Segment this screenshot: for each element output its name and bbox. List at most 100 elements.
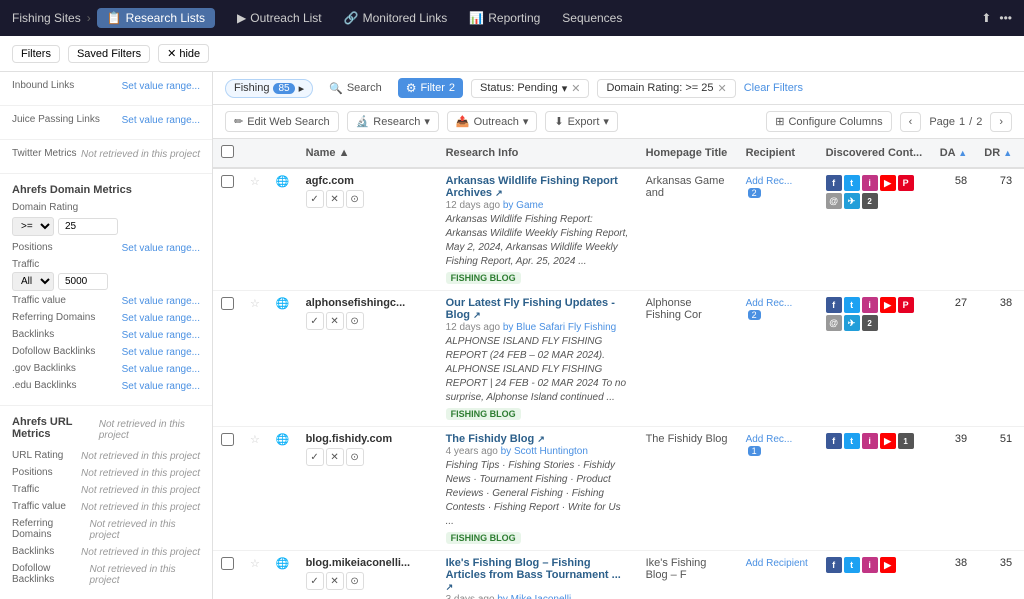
juice-value[interactable]: Set value range... [122, 115, 200, 126]
dr-remove-btn[interactable]: ✕ [717, 82, 726, 95]
add-recipient-btn[interactable]: Add Rec... [746, 434, 793, 445]
star-icon[interactable]: ☆ [250, 434, 260, 446]
prev-page-btn[interactable]: ‹ [900, 112, 922, 132]
add-recipient-btn[interactable]: Add Rec... [746, 176, 793, 187]
export-btn[interactable]: ⬇ Export ▾ [545, 111, 618, 132]
nav-item-outreach-list[interactable]: ▶ Outreach List [227, 7, 332, 29]
row-p-cell: 6.6k [1020, 551, 1024, 599]
site-name[interactable]: Fishing Sites [12, 11, 81, 25]
filters-button[interactable]: Filters [12, 45, 60, 63]
row-check-btn[interactable]: ✓ [306, 448, 324, 466]
page-info: Page 1 / 2 [929, 116, 982, 128]
col-name[interactable]: Name ▲ [298, 139, 438, 168]
col-dr[interactable]: DR ▲ [975, 139, 1020, 168]
traffic-value-val[interactable]: Set value range... [122, 296, 200, 307]
row-x-btn[interactable]: ✕ [326, 190, 344, 208]
main-layout: Inbound Links Set value range... Juice P… [0, 72, 1024, 599]
row-checkbox[interactable] [221, 557, 234, 570]
select-all-checkbox[interactable] [221, 145, 234, 158]
url-traffic-val: Not retrieved in this project [81, 485, 200, 496]
edit-web-search-btn[interactable]: ✏ Edit Web Search [225, 111, 339, 132]
col-da[interactable]: DA ▲ [930, 139, 975, 168]
add-recipient-btn[interactable]: Add Rec... [746, 298, 793, 309]
backlinks-val[interactable]: Set value range... [122, 330, 200, 341]
row-discovered-cell: fti▶ [818, 551, 931, 599]
row-more-btn[interactable]: ⊙ [346, 572, 364, 590]
status-remove-btn[interactable]: ✕ [571, 82, 580, 95]
outreach-btn[interactable]: 📤 Outreach ▾ [447, 111, 537, 132]
da-value: 58 [955, 175, 967, 187]
row-checkbox[interactable] [221, 297, 234, 310]
next-page-btn[interactable]: › [990, 112, 1012, 132]
table-row: ☆ 🌐 blog.fishidy.com ✓ ✕ ⊙ The Fishidy B… [213, 427, 1024, 551]
nav-item-reporting[interactable]: 📊 Reporting [459, 7, 550, 29]
row-p-cell: 81.9k [1020, 168, 1024, 291]
domain-name[interactable]: agfc.com [306, 175, 430, 187]
more-icon[interactable]: ••• [999, 11, 1012, 25]
row-globe-cell: 🌐 [268, 551, 298, 599]
add-recipient-btn[interactable]: Add Recipient [746, 558, 808, 569]
url-traffic-value-val: Not retrieved in this project [81, 502, 200, 513]
col-p[interactable]: P ▲ [1020, 139, 1024, 168]
row-checkbox-cell [213, 551, 242, 599]
row-check-btn[interactable]: ✓ [306, 190, 324, 208]
row-domain-cell: blog.mikeiaconelli... ✓ ✕ ⊙ [298, 551, 438, 599]
research-snippet: Fishing Tips · Fishing Stories · Fishidy… [446, 459, 630, 529]
upload-icon[interactable]: ⬆ [981, 11, 991, 25]
domain-name[interactable]: blog.mikeiaconelli... [306, 557, 430, 569]
row-more-btn[interactable]: ⊙ [346, 190, 364, 208]
research-title[interactable]: The Fishidy Blog ↗ [446, 433, 630, 445]
row-check-btn[interactable]: ✓ [306, 572, 324, 590]
star-icon[interactable]: ☆ [250, 558, 260, 570]
row-x-btn[interactable]: ✕ [326, 572, 344, 590]
row-research-cell: Our Latest Fly Fishing Updates - Blog ↗ … [438, 291, 638, 427]
filter-button[interactable]: ⚙ Filter 2 [398, 78, 463, 98]
research-title[interactable]: Our Latest Fly Fishing Updates - Blog ↗ [446, 297, 630, 321]
row-checkbox[interactable] [221, 433, 234, 446]
configure-columns-btn[interactable]: ⊞ Configure Columns [766, 111, 891, 132]
domain-name[interactable]: alphonsefishingc... [306, 297, 430, 309]
star-icon[interactable]: ☆ [250, 298, 260, 310]
row-dr-cell: 35 [975, 551, 1020, 599]
edu-val[interactable]: Set value range... [122, 381, 200, 392]
link-icon: 🔗 [344, 11, 359, 25]
row-p-cell: 3.7k [1020, 427, 1024, 551]
search-button[interactable]: 🔍 Search [321, 79, 390, 98]
sidebar-twitter: Twitter Metrics Not retrieved in this pr… [0, 140, 212, 174]
traffic-operator-select[interactable]: All>=<= [12, 272, 54, 291]
row-check-btn[interactable]: ✓ [306, 312, 324, 330]
gov-val[interactable]: Set value range... [122, 364, 200, 375]
hide-button[interactable]: ✕ hide [158, 44, 209, 63]
nav-item-monitored-links[interactable]: 🔗 Monitored Links [334, 7, 458, 29]
row-more-btn[interactable]: ⊙ [346, 312, 364, 330]
dr-operator-select[interactable]: >=<== [12, 217, 54, 236]
inbound-links-value[interactable]: Set value range... [122, 81, 200, 92]
traffic-value-input[interactable] [58, 273, 108, 290]
research-title[interactable]: Arkansas Wildlife Fishing Report Archive… [446, 175, 630, 199]
ahrefs-domain-title: Ahrefs Domain Metrics [12, 184, 200, 196]
star-icon[interactable]: ☆ [250, 176, 260, 188]
fishing-filter-tag[interactable]: Fishing 85 ▸ [225, 79, 313, 98]
row-x-btn[interactable]: ✕ [326, 448, 344, 466]
row-more-btn[interactable]: ⊙ [346, 448, 364, 466]
col-research-info: Research Info [438, 139, 638, 168]
research-title[interactable]: Ike's Fishing Blog – Fishing Articles fr… [446, 557, 630, 593]
nav-item-sequences[interactable]: Sequences [552, 7, 632, 29]
dofollow-label: Dofollow Backlinks [12, 346, 95, 357]
domain-name[interactable]: blog.fishidy.com [306, 433, 430, 445]
clear-filters-button[interactable]: Clear Filters [744, 82, 803, 94]
dofollow-val[interactable]: Set value range... [122, 347, 200, 358]
funnel-icon: ⚙ [406, 81, 417, 95]
row-checkbox[interactable] [221, 175, 234, 188]
da-value: 39 [955, 433, 967, 445]
positions-value[interactable]: Set value range... [122, 243, 200, 254]
row-x-btn[interactable]: ✕ [326, 312, 344, 330]
dr-value-input[interactable] [58, 218, 118, 235]
status-pending-tag[interactable]: Status: Pending ▾ ✕ [471, 79, 589, 98]
row-dr-cell: 73 [975, 168, 1020, 291]
research-lists-btn[interactable]: 📋 Research Lists [97, 8, 215, 28]
dr-filter-tag[interactable]: Domain Rating: >= 25 ✕ [597, 79, 735, 98]
saved-filters-button[interactable]: Saved Filters [68, 45, 150, 63]
referring-domains-val[interactable]: Set value range... [122, 313, 200, 324]
research-btn[interactable]: 🔬 Research ▾ [347, 111, 439, 132]
